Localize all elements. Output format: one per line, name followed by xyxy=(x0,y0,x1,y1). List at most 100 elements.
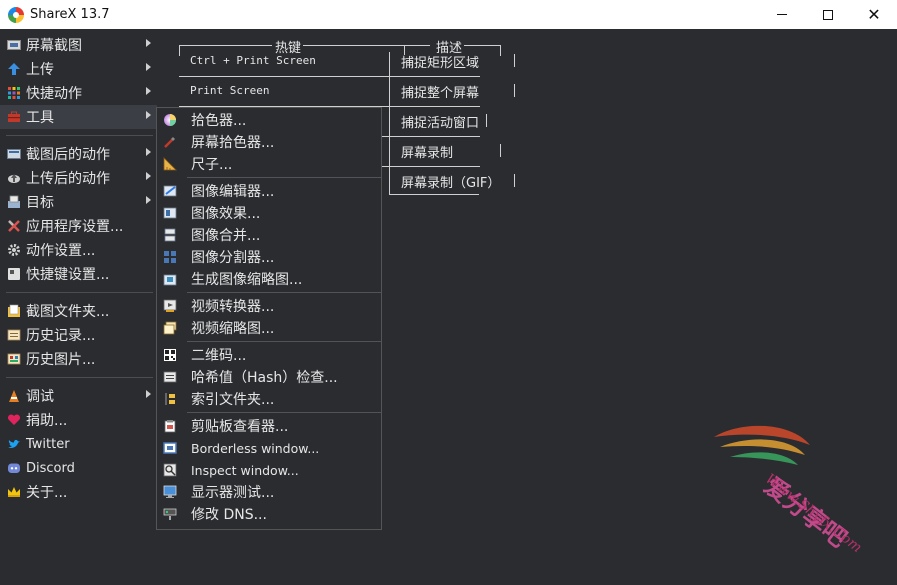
tools-item-inspect-window[interactable]: Inspect window... xyxy=(157,459,381,481)
history-icon xyxy=(7,329,21,341)
tools-item-label: 显示器测试... xyxy=(191,485,275,501)
menu-separator xyxy=(187,177,381,178)
menu-item-donate[interactable]: 捐助... xyxy=(0,408,157,432)
table-border xyxy=(464,45,501,46)
tools-item-label: 图像合并... xyxy=(191,228,261,244)
clipboard-viewer-icon xyxy=(164,420,176,433)
menu-item-hotkey-settings[interactable]: 快捷键设置... xyxy=(0,262,157,286)
maximize-button[interactable] xyxy=(805,0,851,29)
menu-item-app-settings[interactable]: 应用程序设置... xyxy=(0,214,157,238)
video-thumbnailer-icon xyxy=(163,321,177,335)
description-cell: 捕捉活动窗口 xyxy=(401,116,480,131)
tools-item-label: 修改 DNS... xyxy=(191,507,267,523)
tools-item-qr-code[interactable]: 二维码... xyxy=(157,344,381,366)
menu-item-after-capture[interactable]: 截图后的动作 xyxy=(0,142,157,166)
menu-item-label: 截图后的动作 xyxy=(26,147,110,163)
table-border xyxy=(500,45,501,56)
task-settings-icon xyxy=(8,244,20,256)
menu-item-history[interactable]: 历史记录... xyxy=(0,323,157,347)
tools-item-label: 拾色器... xyxy=(191,113,247,129)
hotkey-cell[interactable]: Ctrl + Print Screen xyxy=(190,54,316,67)
after-upload-icon xyxy=(8,174,20,183)
menu-item-label: 快捷动作 xyxy=(26,86,82,102)
menu-item-discord[interactable]: Discord xyxy=(0,456,157,480)
dns-changer-icon xyxy=(163,508,177,520)
row-separator xyxy=(179,76,480,77)
minimize-icon xyxy=(777,14,787,15)
tools-item-image-thumbnailer[interactable]: 生成图像缩略图... xyxy=(157,268,381,290)
tools-item-image-combiner[interactable]: 图像合并... xyxy=(157,224,381,246)
hotkey-cell[interactable]: Print Screen xyxy=(190,84,269,97)
menu-item-workflows[interactable]: 快捷动作 xyxy=(0,81,157,105)
row-edge xyxy=(514,54,515,67)
donate-heart-icon xyxy=(7,414,21,425)
menu-separator xyxy=(187,341,381,342)
submenu-arrow-icon xyxy=(146,196,151,204)
menu-item-screenshots-folder[interactable]: 截图文件夹... xyxy=(0,299,157,323)
minimize-button[interactable] xyxy=(759,0,805,29)
tools-item-clipboard-viewer[interactable]: 剪贴板查看器... xyxy=(157,415,381,437)
ruler-icon xyxy=(163,157,177,171)
menu-item-label: Twitter xyxy=(26,436,70,452)
menu-item-tools[interactable]: 工具 xyxy=(0,105,157,129)
tools-item-ruler[interactable]: 尺子... xyxy=(157,153,381,175)
submenu-arrow-icon xyxy=(146,148,151,156)
tools-item-dns-changer[interactable]: 修改 DNS... xyxy=(157,503,381,525)
tools-item-screen-color-picker[interactable]: 屏幕拾色器... xyxy=(157,131,381,153)
menu-item-label: 工具 xyxy=(26,110,54,126)
menu-item-twitter[interactable]: Twitter xyxy=(0,432,157,456)
menu-item-debug[interactable]: 调试 xyxy=(0,384,157,408)
tools-item-image-effects[interactable]: 图像效果... xyxy=(157,202,381,224)
menu-item-upload[interactable]: 上传 xyxy=(0,57,157,81)
menu-item-label: 快捷键设置... xyxy=(26,267,110,283)
hotkey-settings-icon xyxy=(8,268,20,280)
tools-item-hash-check[interactable]: 哈希值（Hash）检查... xyxy=(157,366,381,388)
tools-item-label: 哈希值（Hash）检查... xyxy=(191,370,338,386)
menu-item-task-settings[interactable]: 动作设置... xyxy=(0,238,157,262)
row-edge xyxy=(514,174,515,187)
color-picker-icon xyxy=(164,114,176,126)
qr-code-icon xyxy=(164,349,176,361)
borderless-window-icon xyxy=(163,442,177,454)
image-history-icon xyxy=(7,353,21,365)
tools-item-video-thumbnailer[interactable]: 视频缩略图... xyxy=(157,317,381,339)
description-cell: 屏幕录制 xyxy=(401,146,454,161)
tools-item-image-editor[interactable]: 图像编辑器... xyxy=(157,180,381,202)
menu-separator xyxy=(6,135,153,136)
menu-item-label: 调试 xyxy=(26,389,54,405)
menu-item-label: 屏幕截图 xyxy=(26,38,82,54)
tools-item-label: 二维码... xyxy=(191,348,247,364)
menu-item-after-upload[interactable]: 上传后的动作 xyxy=(0,166,157,190)
monitor-test-icon xyxy=(163,485,177,498)
submenu-arrow-icon xyxy=(146,111,151,119)
row-edge xyxy=(486,114,487,127)
submenu-arrow-icon xyxy=(146,172,151,180)
menu-item-image-history[interactable]: 历史图片... xyxy=(0,347,157,371)
tools-item-index-folder[interactable]: 索引文件夹... xyxy=(157,388,381,410)
menu-item-destinations[interactable]: 目标 xyxy=(0,190,157,214)
menu-separator xyxy=(187,412,381,413)
tools-item-video-converter[interactable]: 视频转换器... xyxy=(157,295,381,317)
tools-item-image-splitter[interactable]: 图像分割器... xyxy=(157,246,381,268)
image-splitter-icon xyxy=(164,251,176,263)
tools-item-color-picker[interactable]: 拾色器... xyxy=(157,109,381,131)
tools-item-monitor-test[interactable]: 显示器测试... xyxy=(157,481,381,503)
submenu-arrow-icon xyxy=(146,39,151,47)
menu-separator xyxy=(6,292,153,293)
menu-item-label: 上传后的动作 xyxy=(26,171,110,187)
menu-item-label: 历史图片... xyxy=(26,352,96,368)
menu-item-about[interactable]: 关于... xyxy=(0,480,157,504)
table-border xyxy=(179,45,180,56)
close-button[interactable]: ✕ xyxy=(851,0,897,29)
menu-item-capture[interactable]: 屏幕截图 xyxy=(0,33,157,57)
menu-item-label: 目标 xyxy=(26,195,54,211)
menu-item-label: 应用程序设置... xyxy=(26,219,124,235)
table-border xyxy=(303,45,430,46)
index-folder-icon xyxy=(165,393,175,405)
menu-item-label: 历史记录... xyxy=(26,328,96,344)
close-icon: ✕ xyxy=(867,5,881,24)
tools-item-label: 屏幕拾色器... xyxy=(191,135,275,151)
tools-item-borderless-window[interactable]: Borderless window... xyxy=(157,437,381,459)
image-combiner-icon xyxy=(164,228,176,242)
video-converter-icon xyxy=(163,299,177,312)
